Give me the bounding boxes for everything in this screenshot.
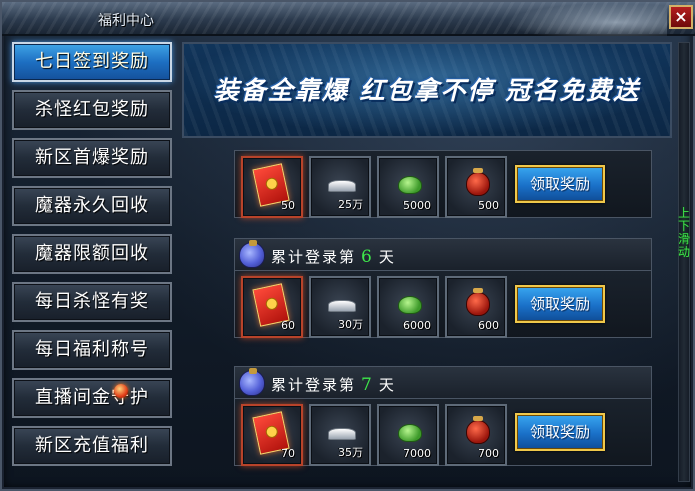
reward-row: 60 30万 6000 600 领取奖励: [234, 270, 652, 338]
notification-gem-icon: [114, 384, 128, 398]
green-gem-icon: [398, 296, 422, 314]
login-day-number: 6: [361, 247, 374, 267]
reward-qty: 35万: [338, 446, 363, 459]
red-pot-icon: [466, 288, 490, 316]
login-suffix: 天: [378, 248, 396, 266]
reward-qty: 25万: [338, 198, 363, 211]
scrollbar[interactable]: [678, 42, 690, 482]
reward-section-first: 50 25万 5000 500 领取奖励: [234, 150, 652, 218]
login-prefix: 累计登录第: [271, 248, 357, 266]
gift-bag-icon: [239, 368, 265, 396]
sidebar-item-label: 魔器永久回收: [35, 195, 149, 216]
scroll-hint: 上下滑动: [677, 206, 690, 259]
reward-qty: 60: [281, 319, 295, 332]
sidebar-item-daily-kill-reward[interactable]: 每日杀怪有奖: [12, 282, 172, 322]
promo-banner: 装备全靠爆 红包拿不停 冠名免费送: [182, 42, 672, 138]
green-gem-icon: [398, 424, 422, 442]
sidebar-item-label: 新区首爆奖励: [35, 147, 149, 168]
reward-slot[interactable]: 5000: [377, 156, 439, 218]
window-title: 福利中心: [98, 13, 154, 29]
section-title: 累计登录第 6 天: [271, 246, 396, 267]
reward-slot[interactable]: 700: [445, 404, 507, 466]
sidebar-item-label: 直播间金守护: [35, 387, 149, 408]
section-header: 累计登录第 6 天: [234, 238, 652, 270]
reward-qty: 50: [281, 199, 295, 212]
silver-ingot-icon: [328, 428, 356, 440]
red-pot-icon: [466, 168, 490, 196]
reward-slot[interactable]: 600: [445, 276, 507, 338]
reward-qty: 500: [478, 199, 499, 212]
reward-slot[interactable]: 25万: [309, 156, 371, 218]
close-button[interactable]: ×: [669, 5, 693, 29]
reward-row: 50 25万 5000 500 领取奖励: [234, 150, 652, 218]
green-gem-icon: [398, 176, 422, 194]
claim-reward-button[interactable]: 领取奖励: [515, 165, 605, 203]
reward-slot[interactable]: 30万: [309, 276, 371, 338]
reward-qty: 600: [478, 319, 499, 332]
reward-qty: 7000: [403, 447, 431, 460]
reward-qty: 5000: [403, 199, 431, 212]
sidebar-item-permanent-recycle[interactable]: 魔器永久回收: [12, 186, 172, 226]
sidebar-item-label: 新区充值福利: [35, 435, 149, 456]
banner-slogan: 装备全靠爆 红包拿不停 冠名免费送: [213, 76, 641, 105]
reward-slot[interactable]: 35万: [309, 404, 371, 466]
gift-bag-icon: [239, 240, 265, 268]
section-header: 累计登录第 7 天: [234, 366, 652, 398]
welfare-window: 福利中心 × 七日签到奖励 杀怪红包奖励 新区首爆奖励 魔器永久回收 魔器限额回…: [0, 0, 695, 491]
reward-qty: 70: [281, 447, 295, 460]
sidebar-item-kill-red-packet[interactable]: 杀怪红包奖励: [12, 90, 172, 130]
frost-decoration: [497, 2, 667, 36]
login-day-number: 7: [361, 375, 374, 395]
reward-qty: 700: [478, 447, 499, 460]
login-suffix: 天: [378, 376, 396, 394]
sidebar-item-label: 魔器限额回收: [35, 243, 149, 264]
reward-slot[interactable]: 70: [241, 404, 303, 466]
title-bar: 福利中心 ×: [2, 2, 695, 36]
claim-reward-button[interactable]: 领取奖励: [515, 285, 605, 323]
sidebar-item-first-drop[interactable]: 新区首爆奖励: [12, 138, 172, 178]
sidebar-item-daily-title[interactable]: 每日福利称号: [12, 330, 172, 370]
red-pot-icon: [466, 416, 490, 444]
claim-reward-button[interactable]: 领取奖励: [515, 413, 605, 451]
reward-section-day7: 累计登录第 7 天 70 35万 7000 700 领取奖励: [234, 366, 652, 466]
sidebar-item-label: 每日杀怪有奖: [35, 291, 149, 312]
login-prefix: 累计登录第: [271, 376, 357, 394]
reward-slot[interactable]: 60: [241, 276, 303, 338]
reward-slot[interactable]: 500: [445, 156, 507, 218]
reward-slot[interactable]: 7000: [377, 404, 439, 466]
section-title: 累计登录第 7 天: [271, 374, 396, 395]
sidebar-item-label: 七日签到奖励: [35, 51, 149, 72]
sidebar-item-livestream-guard[interactable]: 直播间金守护: [12, 378, 172, 418]
main-panel: 装备全靠爆 红包拿不停 冠名免费送 50 25万 5000 500 领取奖励 累…: [182, 42, 672, 482]
reward-section-day6: 累计登录第 6 天 60 30万 6000 600 领取奖励: [234, 238, 652, 338]
sidebar-item-seven-day-signin[interactable]: 七日签到奖励: [12, 42, 172, 82]
reward-slot[interactable]: 50: [241, 156, 303, 218]
sidebar-item-label: 杀怪红包奖励: [35, 99, 149, 120]
silver-ingot-icon: [328, 300, 356, 312]
sidebar-item-recharge-welfare[interactable]: 新区充值福利: [12, 426, 172, 466]
reward-slot[interactable]: 6000: [377, 276, 439, 338]
reward-qty: 6000: [403, 319, 431, 332]
sidebar-item-limited-recycle[interactable]: 魔器限额回收: [12, 234, 172, 274]
sidebar-item-label: 每日福利称号: [35, 339, 149, 360]
sidebar: 七日签到奖励 杀怪红包奖励 新区首爆奖励 魔器永久回收 魔器限额回收 每日杀怪有…: [12, 42, 174, 474]
reward-qty: 30万: [338, 318, 363, 331]
reward-row: 70 35万 7000 700 领取奖励: [234, 398, 652, 466]
silver-ingot-icon: [328, 180, 356, 192]
